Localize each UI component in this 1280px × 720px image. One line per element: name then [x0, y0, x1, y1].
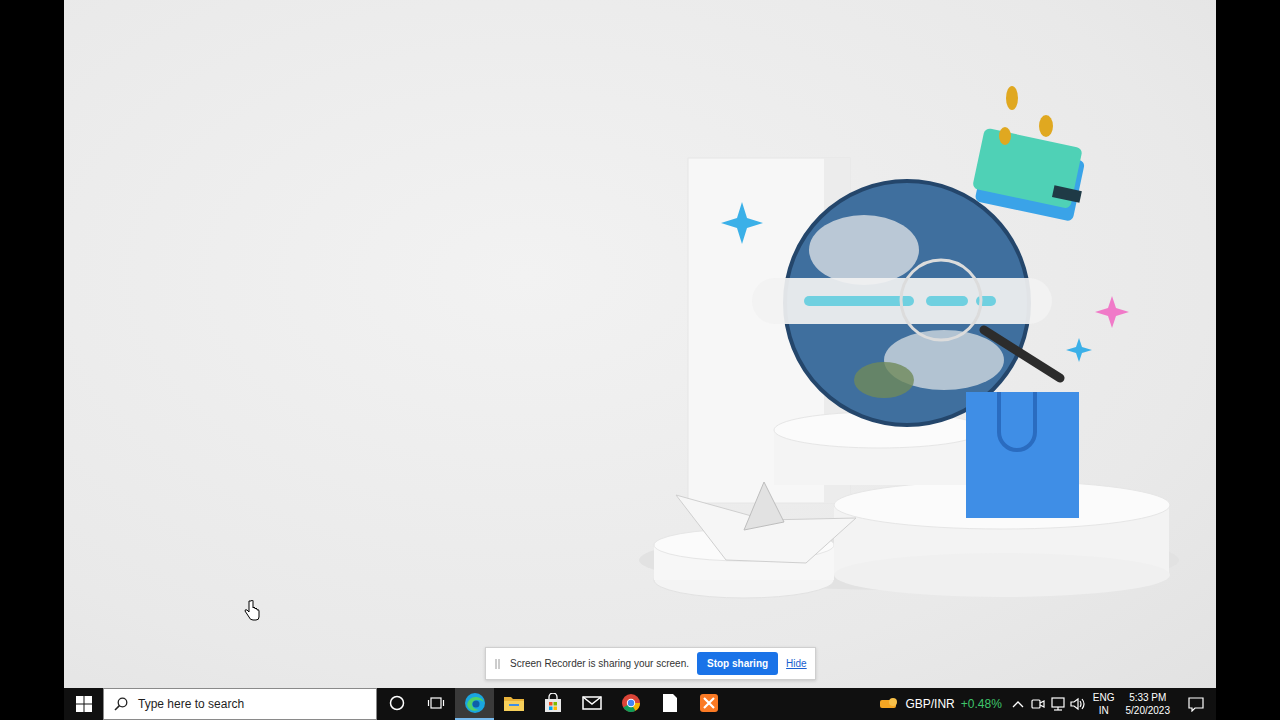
- stop-sharing-button[interactable]: Stop sharing: [697, 652, 778, 675]
- clock-time: 5:33 PM: [1129, 691, 1166, 704]
- hide-link[interactable]: Hide: [786, 658, 807, 669]
- notification-icon: [1188, 697, 1204, 712]
- screen-recorder-bar: Screen Recorder is sharing your screen. S…: [485, 647, 816, 680]
- taskbar-app[interactable]: [377, 688, 416, 720]
- ticker-change: +0.48%: [961, 697, 1002, 711]
- clock-date: 5/20/2023: [1126, 704, 1171, 717]
- search-icon: [114, 697, 128, 711]
- taskbar-app[interactable]: [689, 688, 728, 720]
- mail-icon: [582, 695, 602, 711]
- taskbar-app[interactable]: [455, 688, 494, 720]
- windows-logo-icon: [76, 696, 92, 712]
- chevron-up-icon: [1012, 700, 1024, 708]
- letterbox-right: [1216, 0, 1280, 720]
- taskbar-app[interactable]: [650, 688, 689, 720]
- search-placeholder: Type here to search: [138, 697, 244, 711]
- taskbar-app[interactable]: [533, 688, 572, 720]
- screen: Screen Recorder is sharing your screen. S…: [0, 0, 1280, 720]
- desktop-frame: Screen Recorder is sharing your screen. S…: [64, 0, 1216, 720]
- notification-center-button[interactable]: [1176, 688, 1216, 720]
- wallpaper-illustration-icon: [64, 0, 1216, 688]
- camera-icon: [1031, 697, 1045, 711]
- taskbar-app[interactable]: [611, 688, 650, 720]
- document-icon: [662, 693, 678, 713]
- taskbar-app[interactable]: [572, 688, 611, 720]
- desktop: Screen Recorder is sharing your screen. S…: [64, 0, 1216, 688]
- volume-button[interactable]: [1068, 688, 1088, 720]
- sharing-message: Screen Recorder is sharing your screen.: [510, 658, 689, 669]
- letterbox-left: [0, 0, 64, 720]
- file-explorer-icon: [503, 694, 525, 712]
- ticker-symbol: GBP/INR: [905, 697, 954, 711]
- grip-icon[interactable]: [494, 658, 502, 670]
- clock[interactable]: 5:33 PM5/20/2023: [1120, 688, 1177, 720]
- taskbar-app[interactable]: [416, 688, 455, 720]
- speaker-icon: [1070, 697, 1086, 711]
- language-code: ENG: [1093, 691, 1115, 704]
- store-icon: [543, 693, 563, 713]
- network-button[interactable]: [1048, 688, 1068, 720]
- taskbar: Type here to searchGBP/INR+0.48%ENGIN5:3…: [64, 688, 1216, 720]
- stock-ticker[interactable]: GBP/INR +0.48%: [873, 688, 1007, 720]
- hand-cursor-icon: [244, 600, 260, 622]
- taskbar-spacer: [728, 688, 873, 720]
- network-icon: [1050, 697, 1066, 711]
- search-box[interactable]: Type here to search: [103, 688, 377, 720]
- currency-icon: [879, 696, 899, 712]
- cortana-icon: [389, 695, 405, 711]
- chrome-icon: [621, 693, 641, 713]
- show-hidden-icons-button[interactable]: [1008, 688, 1028, 720]
- input-language[interactable]: ENGIN: [1088, 688, 1120, 720]
- task-view-icon: [427, 695, 445, 711]
- meet-now-button[interactable]: [1028, 688, 1048, 720]
- taskbar-app[interactable]: [494, 688, 533, 720]
- start-button[interactable]: [64, 688, 103, 720]
- region-code: IN: [1099, 704, 1109, 717]
- edge-icon: [464, 692, 486, 714]
- xampp-icon: [699, 693, 719, 713]
